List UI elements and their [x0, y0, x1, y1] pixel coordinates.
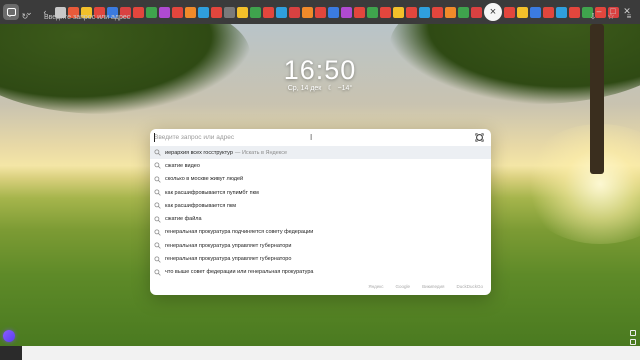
search-icon: [154, 149, 161, 156]
bookmarks-icon[interactable]: ☆: [606, 12, 616, 22]
date-weather-line: Ср, 14 дек ☾ −14°: [0, 84, 640, 92]
search-icon: [154, 202, 161, 209]
search-icon: [154, 162, 161, 170]
suggestion-text: что выше совет федерации или генеральная…: [165, 269, 314, 276]
search-icon: [154, 189, 161, 196]
suggestion-text: генеральная прокуратура управляет губерн…: [165, 242, 292, 249]
suggestion-text: сжатие видео: [165, 162, 200, 169]
search-engine-link[interactable]: Википедия: [422, 284, 444, 289]
search-icon: [154, 255, 161, 263]
suggestion-hint: — Искать в Яндексе: [234, 149, 288, 156]
sun-glow: [520, 124, 640, 244]
moon-icon: ☾: [327, 85, 334, 92]
search-icon: [154, 176, 161, 183]
suggestion-item[interactable]: сколько в москве живут людей: [150, 173, 491, 186]
suggestion-text: генеральная прокуратура управляет губерн…: [165, 256, 292, 263]
date-text: Ср, 14 дек: [287, 85, 322, 92]
search-icon: [154, 242, 161, 249]
search-icon: [154, 229, 161, 236]
suggestion-text: как расшифровывается пупимбт пкм: [165, 189, 259, 196]
menu-icon[interactable]: ≡: [624, 12, 634, 22]
settings-icon[interactable]: [630, 339, 636, 345]
suggestion-item[interactable]: как расшифровывается пкм: [150, 199, 491, 212]
camera-search-icon[interactable]: [474, 132, 485, 143]
suggestion-text: сжатие файла: [165, 216, 202, 223]
corner-controls: [629, 330, 637, 346]
suggestion-item[interactable]: сжатие файла: [150, 212, 491, 225]
search-input[interactable]: [154, 132, 454, 143]
temperature-text: −14°: [337, 85, 353, 92]
search-icon: [154, 269, 161, 276]
search-panel: I иерархия всех госструктур— Искать в Ян…: [150, 129, 491, 295]
search-engine-link[interactable]: Google: [396, 284, 411, 289]
bottom-dark-block: [0, 346, 22, 360]
suggestion-text: сколько в москве живут людей: [165, 176, 244, 183]
suggestion-item[interactable]: генеральная прокуратура управляет губерн…: [150, 239, 491, 252]
suggestion-item[interactable]: сжатие видео: [150, 159, 491, 172]
bottom-bar: [0, 346, 640, 360]
suggestion-item[interactable]: что выше совет федерации или генеральная…: [150, 266, 491, 279]
suggestion-text: как расшифровывается пкм: [165, 202, 237, 209]
text-cursor: [154, 133, 155, 142]
search-engine-list: Яндекс Google Википедия DuckDuckGo: [368, 284, 483, 289]
alice-assistant-icon[interactable]: [3, 330, 15, 342]
address-input[interactable]: Введите запрос или адрес: [44, 12, 564, 24]
suggestion-item[interactable]: генеральная прокуратура подчиняется сове…: [150, 226, 491, 239]
gallery-icon[interactable]: [630, 330, 636, 336]
suggestion-list: иерархия всех госструктур — Искать в Янде…: [150, 146, 491, 279]
reload-icon[interactable]: ↻: [20, 12, 30, 22]
search-engine-link[interactable]: DuckDuckGo: [456, 284, 483, 289]
suggestion-text: иерархия всех госструктур: [165, 149, 233, 156]
suggestion-text: генеральная прокуратура подчиняется сове…: [165, 229, 314, 236]
history-icon[interactable]: ◔: [4, 12, 14, 22]
search-icon: [154, 216, 161, 223]
search-engine-link[interactable]: Яндекс: [368, 284, 383, 289]
suggestion-item[interactable]: генеральная прокуратура управляет губерн…: [150, 252, 491, 265]
clock-time: 16:50: [283, 55, 357, 85]
tree-trunk: [590, 24, 604, 174]
search-row: I: [150, 129, 491, 146]
suggestion-item[interactable]: как расшифровывается пупимбт пкм: [150, 186, 491, 199]
downloads-icon[interactable]: ⇩: [588, 12, 598, 22]
address-bar-row: ◔ ↻ Введите запрос или адрес ⇩ ☆ ≡: [0, 12, 640, 25]
suggestion-item[interactable]: иерархия всех госструктур — Искать в Янде…: [150, 146, 491, 160]
mouse-ibeam-icon: I: [310, 133, 313, 142]
